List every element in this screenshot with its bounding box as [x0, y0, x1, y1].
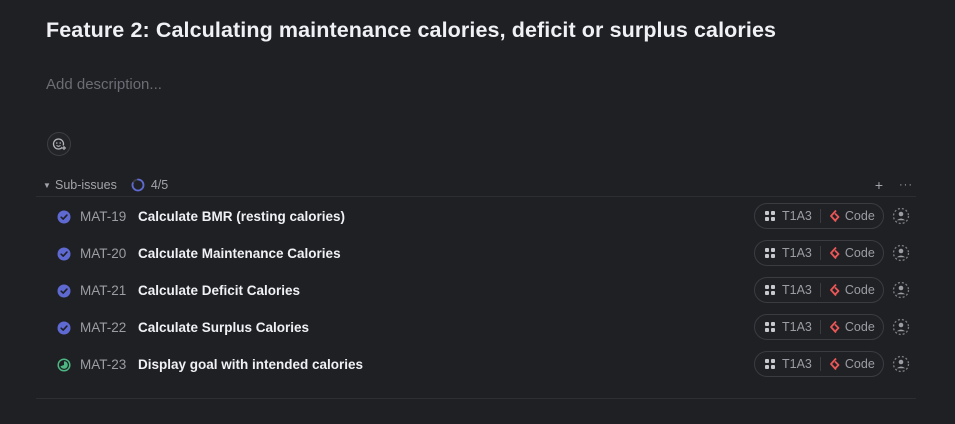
more-options-button[interactable]: ···: [899, 179, 913, 191]
unassigned-user-icon[interactable]: [892, 207, 910, 225]
issue-id: MAT-21: [80, 283, 127, 298]
progress-indicator: 4/5: [131, 178, 168, 192]
code-diamond-icon: [829, 283, 841, 297]
code-diamond-icon: [829, 320, 841, 334]
unassigned-user-icon[interactable]: [892, 318, 910, 336]
chip-separator: [819, 283, 821, 297]
grid-icon: [765, 359, 775, 369]
unassigned-user-icon[interactable]: [892, 355, 910, 373]
progress-ring-icon: [131, 178, 145, 192]
project-name: T1A3: [782, 283, 812, 297]
unassigned-user-icon[interactable]: [892, 244, 910, 262]
label-name: Code: [844, 209, 875, 223]
subissues-list: MAT-19 Calculate BMR (resting calories) …: [36, 198, 916, 383]
project-name: T1A3: [782, 209, 812, 223]
chip-separator: [819, 320, 821, 334]
description-placeholder[interactable]: Add description...: [46, 76, 162, 93]
issue-id: MAT-20: [80, 246, 127, 261]
label-name: Code: [844, 357, 875, 371]
issue-id: MAT-23: [80, 357, 127, 372]
project-label-chip[interactable]: T1A3 Code: [754, 314, 884, 340]
status-in-review-icon[interactable]: [56, 357, 72, 373]
label-name: Code: [844, 320, 875, 334]
project-label-chip[interactable]: T1A3 Code: [754, 351, 884, 377]
grid-icon: [765, 248, 775, 258]
subissue-title[interactable]: Display goal with intended calories: [138, 357, 363, 372]
subissues-header: ▼ Sub-issues 4/5 + ···: [36, 174, 916, 196]
subissue-row[interactable]: MAT-21 Calculate Deficit Calories T1A3 C…: [36, 272, 916, 309]
project-name: T1A3: [782, 357, 812, 371]
code-diamond-icon: [829, 246, 841, 260]
project-name: T1A3: [782, 320, 812, 334]
label-name: Code: [844, 246, 875, 260]
subissue-row[interactable]: MAT-19 Calculate BMR (resting calories) …: [36, 198, 916, 235]
subissues-label[interactable]: Sub-issues: [55, 178, 117, 192]
issue-title[interactable]: Feature 2: Calculating maintenance calor…: [46, 18, 776, 43]
subissue-title[interactable]: Calculate BMR (resting calories): [138, 209, 345, 224]
issue-page: Feature 2: Calculating maintenance calor…: [0, 0, 955, 424]
unassigned-user-icon[interactable]: [892, 281, 910, 299]
label-name: Code: [844, 283, 875, 297]
grid-icon: [765, 322, 775, 332]
add-subissue-button[interactable]: +: [875, 178, 883, 192]
subissue-title[interactable]: Calculate Surplus Calories: [138, 320, 309, 335]
subissues-count: 4/5: [150, 178, 169, 192]
code-diamond-icon: [829, 209, 841, 223]
grid-icon: [765, 211, 775, 221]
subissue-title[interactable]: Calculate Deficit Calories: [138, 283, 300, 298]
subissue-title[interactable]: Calculate Maintenance Calories: [138, 246, 341, 261]
project-name: T1A3: [782, 246, 812, 260]
chip-separator: [819, 246, 821, 260]
subissue-row[interactable]: MAT-22 Calculate Surplus Calories T1A3 C…: [36, 309, 916, 346]
subissue-row[interactable]: MAT-20 Calculate Maintenance Calories T1…: [36, 235, 916, 272]
project-label-chip[interactable]: T1A3 Code: [754, 240, 884, 266]
grid-icon: [765, 285, 775, 295]
caret-down-icon[interactable]: ▼: [43, 181, 55, 190]
subissue-row[interactable]: MAT-23 Display goal with intended calori…: [36, 346, 916, 383]
status-done-icon[interactable]: [56, 209, 72, 225]
issue-id: MAT-22: [80, 320, 127, 335]
issue-id: MAT-19: [80, 209, 127, 224]
add-reaction-icon: [52, 138, 66, 150]
project-label-chip[interactable]: T1A3 Code: [754, 203, 884, 229]
chip-separator: [819, 357, 821, 371]
add-reaction-button[interactable]: [47, 132, 71, 156]
code-diamond-icon: [829, 357, 841, 371]
status-done-icon[interactable]: [56, 320, 72, 336]
divider: [36, 196, 916, 197]
status-done-icon[interactable]: [56, 246, 72, 262]
project-label-chip[interactable]: T1A3 Code: [754, 277, 884, 303]
status-done-icon[interactable]: [56, 283, 72, 299]
chip-separator: [819, 209, 821, 223]
divider: [36, 398, 916, 399]
